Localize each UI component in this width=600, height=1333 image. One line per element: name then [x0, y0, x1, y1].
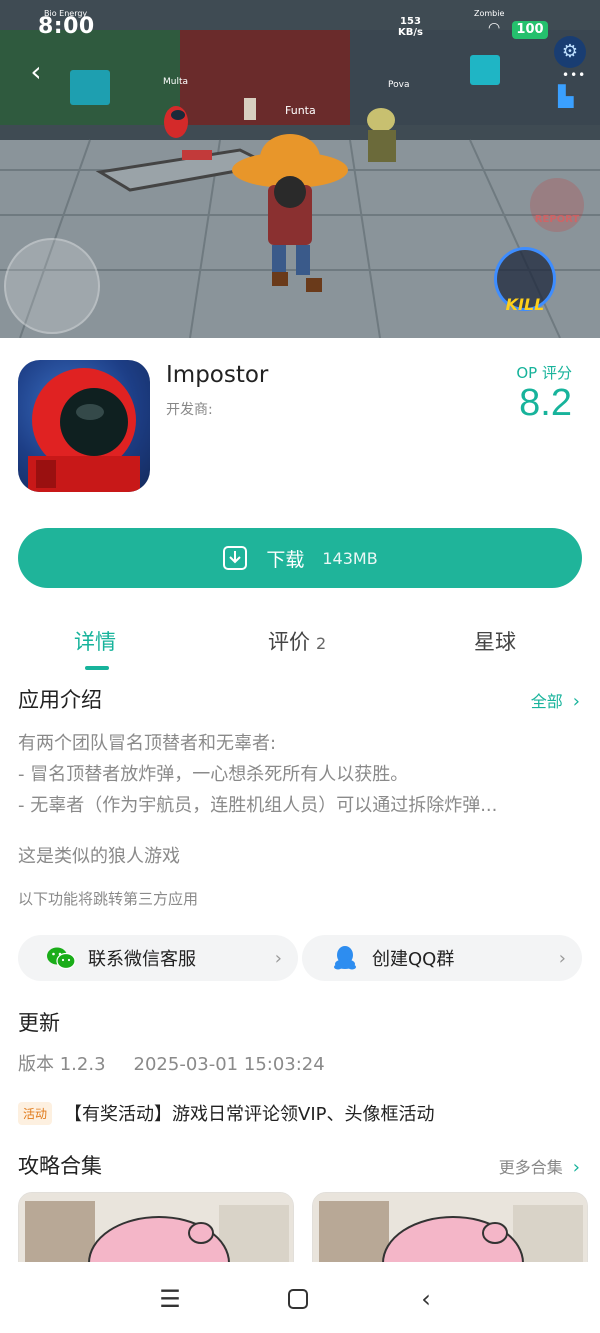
app-header: Impostor 开发商: OP 评分 8.2 [0, 338, 600, 520]
activity-text: 【有奖活动】游戏日常评论领VIP、头像框活动 [64, 1104, 435, 1125]
guides-title: 攻略合集 [18, 1154, 102, 1178]
game-screenshot[interactable]: Bio Energy 8:00 153 KB/s Zombie ◠ 100 ‹ … [0, 0, 600, 338]
status-bar: Bio Energy 8:00 153 KB/s Zombie ◠ 100 [0, 0, 600, 44]
tab-details[interactable]: 详情 [74, 626, 116, 656]
back-icon[interactable]: ‹ [18, 54, 54, 90]
chevron-right-icon: › [274, 947, 282, 969]
version-text: 版本 1.2.3 [18, 1054, 106, 1075]
version-line: 版本 1.2.3 2025-03-01 15:03:24 [18, 1050, 325, 1076]
net-speed: 153 KB/s [398, 16, 423, 38]
character-label: Pova [388, 80, 410, 90]
see-all-label: 全部 [530, 692, 563, 711]
gear-icon[interactable]: ⚙ [554, 36, 586, 68]
download-label: 下载 [266, 548, 305, 571]
download-size: 143MB [322, 548, 378, 568]
guide-thumbnail [313, 1193, 587, 1271]
joystick[interactable] [4, 238, 100, 334]
report-button[interactable]: REPORT [530, 178, 584, 232]
map-icon[interactable]: ▙ [558, 84, 584, 110]
tab-reviews-count: 2 [316, 634, 327, 653]
create-qq-group-label: 创建QQ群 [372, 949, 455, 970]
intro-line: 有两个团队冒名顶替者和无辜者: [18, 733, 277, 754]
wechat-service-label: 联系微信客服 [88, 949, 196, 970]
intro-text: 有两个团队冒名顶替者和无辜者: - 冒名顶替者放炸弹，一心想杀死所有人以获胜。 … [18, 728, 582, 821]
player-name: Funta [285, 104, 316, 117]
hud-zombie-label: Zombie [474, 9, 505, 18]
tab-reviews[interactable]: 评价 2 [268, 626, 326, 656]
guide-thumbnail [19, 1193, 293, 1271]
wechat-service-button[interactable]: 联系微信客服 › [18, 935, 298, 981]
redirect-note: 以下功能将跳转第三方应用 [18, 890, 199, 908]
intro-line: - 冒名顶替者放炸弹，一心想杀死所有人以获胜。 [18, 764, 409, 785]
see-all-link[interactable]: 全部 › [531, 688, 580, 712]
qq-icon [334, 946, 356, 970]
more-guides-label: 更多合集 [498, 1158, 563, 1177]
wifi-icon: ◠ [488, 20, 501, 36]
more-guides-link[interactable]: 更多合集 › [499, 1154, 580, 1178]
net-speed-unit: KB/s [398, 27, 423, 38]
tab-planet-label: 星球 [474, 630, 516, 654]
intro-line: - 无辜者（作为宇航员，连胜机组人员）可以通过拆除炸弹... [18, 795, 498, 816]
wechat-icon [47, 947, 76, 970]
tab-planet[interactable]: 星球 [474, 626, 516, 656]
chevron-right-icon: › [572, 1157, 580, 1178]
system-nav-bar: ☰ ‹ [0, 1262, 600, 1333]
chevron-right-icon: › [572, 691, 580, 712]
net-speed-value: 153 [400, 16, 421, 27]
update-date: 2025-03-01 15:03:24 [133, 1054, 325, 1075]
score-label: OP 评分 [516, 364, 572, 382]
similar-text: 这是类似的狼人游戏 [18, 846, 180, 867]
create-qq-group-button[interactable]: 创建QQ群 › [302, 935, 582, 981]
character-label: Multa [163, 77, 189, 87]
more-dots-icon[interactable]: ••• [562, 68, 586, 82]
tab-reviews-label: 评价 [268, 630, 310, 654]
activity-tag: 活动 [18, 1101, 53, 1125]
score-value: 8.2 [519, 382, 572, 424]
intro-title: 应用介绍 [18, 688, 102, 712]
download-icon [223, 546, 248, 570]
app-icon [18, 360, 150, 492]
menu-icon[interactable]: ☰ [155, 1284, 185, 1314]
activity-banner[interactable]: 活动 【有奖活动】游戏日常评论领VIP、头像框活动 [18, 1100, 435, 1126]
tab-details-label: 详情 [74, 630, 116, 654]
update-title: 更新 [18, 1011, 60, 1035]
guide-card[interactable] [18, 1192, 294, 1272]
guide-card[interactable] [312, 1192, 588, 1272]
download-button[interactable]: 下载 143MB [18, 528, 582, 588]
home-icon[interactable] [283, 1284, 313, 1314]
home-square-icon [288, 1289, 308, 1309]
kill-button[interactable]: KILL [494, 247, 556, 314]
developer-label: 开发商: [166, 402, 213, 418]
nav-back-icon[interactable]: ‹ [411, 1284, 441, 1314]
crewmate-icon [28, 368, 140, 492]
status-time: 8:00 [38, 14, 95, 39]
tab-bar: 详情 评价 2 星球 [0, 614, 600, 670]
tab-active-indicator [85, 666, 109, 670]
app-title: Impostor [166, 362, 269, 388]
chevron-right-icon: › [558, 947, 566, 969]
battery-indicator: 100 [512, 21, 548, 39]
